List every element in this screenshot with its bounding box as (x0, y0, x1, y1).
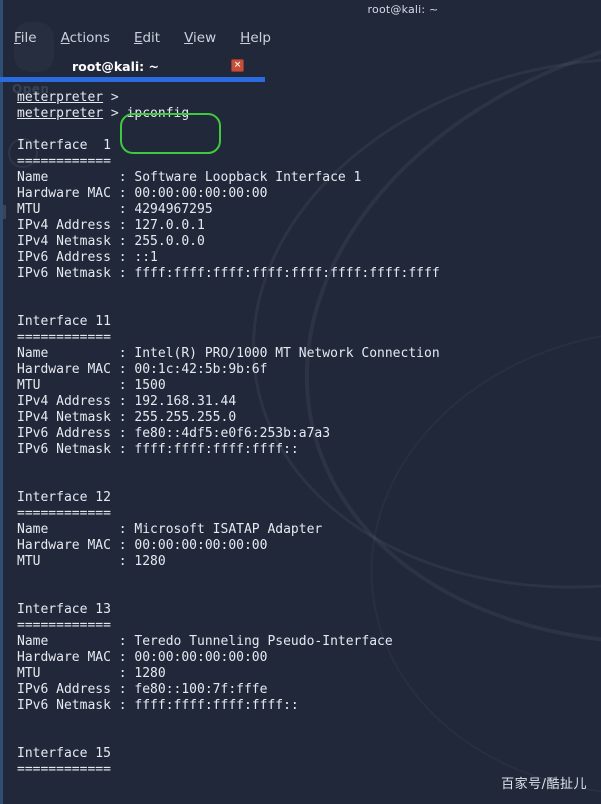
prompt-separator: > (103, 90, 127, 105)
terminal-output-line: Hardware MAC : 00:00:00:00:00:00 (17, 538, 268, 553)
terminal-output-line: IPv6 Netmask : ffff:ffff:ffff:ffff:: (17, 442, 299, 457)
terminal-prompt-line: meterpreter > ipconfig (17, 106, 601, 122)
menu-mnemonic: V (184, 30, 194, 46)
terminal-output-line: ============ (17, 330, 111, 345)
window-left-edge (0, 0, 3, 804)
terminal-prompt-line: meterpreter > (17, 90, 601, 106)
menu-item-actions[interactable]: Actions (61, 30, 110, 46)
menu-mnemonic: F (14, 30, 21, 46)
terminal-output-line: IPv4 Address : 192.168.31.44 (17, 394, 237, 409)
terminal-output-line: Hardware MAC : 00:00:00:00:00:00 (17, 650, 268, 665)
terminal-output-line: Interface 13 (17, 602, 111, 617)
menu-mnemonic: A (60, 30, 70, 46)
menu-label-rest: ctions (69, 30, 110, 46)
tab-bar: root@kali: ~ × Open (0, 54, 601, 96)
terminal-output-line: IPv6 Netmask : ffff:ffff:ffff:ffff:: (17, 698, 299, 713)
terminal-output-line: Interface 1 (17, 138, 111, 153)
terminal-output-line: ============ (17, 618, 111, 633)
terminal-output-line: Name : Software Loopback Interface 1 (17, 170, 362, 185)
terminal-output-line: IPv6 Address : fe80::4df5:e0f6:253b:a7a3 (17, 426, 331, 441)
terminal-output-line: Name : Teredo Tunneling Pseudo-Interface (17, 634, 393, 649)
terminal-output-line: MTU : 1280 (17, 666, 166, 681)
terminal-output-line: Name : Microsoft ISATAP Adapter (17, 522, 323, 537)
terminal-output-line: ============ (17, 506, 111, 521)
terminal-output-line: ============ (17, 154, 111, 169)
window-title: root@kali: ~ (367, 3, 439, 16)
menu-label-rest: ile (20, 30, 37, 46)
terminal-output-line: Hardware MAC : 00:1c:42:5b:9b:6f (17, 362, 268, 377)
terminal-output-line: IPv4 Netmask : 255.255.255.0 (17, 410, 237, 425)
terminal-output[interactable]: meterpreter > meterpreter > ipconfig Int… (0, 84, 601, 804)
tab-ghost-text: Open (12, 82, 50, 96)
terminal-output-line: MTU : 1280 (17, 554, 166, 569)
terminal-output-line: IPv6 Address : ::1 (17, 250, 158, 265)
menu-item-edit[interactable]: Edit (134, 30, 160, 46)
watermark: 百家号/酷扯儿 (501, 777, 587, 792)
tab-root-kali[interactable]: root@kali: ~ (0, 54, 265, 78)
terminal-output-line: Name : Intel(R) PRO/1000 MT Network Conn… (17, 346, 440, 361)
tab-label: root@kali: ~ (72, 58, 159, 74)
menu-item-file[interactable]: File (14, 30, 37, 46)
menu-bar: File Actions Edit View Help (0, 24, 601, 52)
terminal-command: ipconfig (126, 106, 190, 121)
close-icon[interactable]: × (231, 59, 244, 72)
terminal-output-line: Interface 15 (17, 746, 111, 761)
terminal-output-line: IPv6 Address : fe80::100:7f:fffe (17, 682, 268, 697)
terminal-output-line: MTU : 1500 (17, 378, 166, 393)
terminal-output-line: Interface 11 (17, 314, 111, 329)
terminal-window: root@kali: ~ File Actions Edit View Help… (0, 0, 601, 804)
terminal-output-line: IPv4 Address : 127.0.0.1 (17, 218, 205, 233)
terminal-output-line: MTU : 4294967295 (17, 202, 213, 217)
menu-label-rest: iew (193, 30, 217, 46)
prompt-separator: > (103, 106, 127, 121)
title-bar: root@kali: ~ (0, 0, 601, 22)
terminal-output-line: Interface 12 (17, 490, 111, 505)
menu-item-view[interactable]: View (184, 30, 216, 46)
terminal-output-line: Hardware MAC : 00:00:00:00:00:00 (17, 186, 268, 201)
menu-mnemonic: H (240, 30, 251, 46)
terminal-output-line: IPv6 Netmask : ffff:ffff:ffff:ffff:ffff:… (17, 266, 440, 281)
menu-label-rest: dit (142, 30, 161, 46)
terminal-output-line: IPv4 Netmask : 255.0.0.0 (17, 234, 205, 249)
menu-label-rest: elp (250, 30, 271, 46)
prompt-word: meterpreter (17, 106, 104, 121)
menu-item-help[interactable]: Help (240, 30, 271, 46)
